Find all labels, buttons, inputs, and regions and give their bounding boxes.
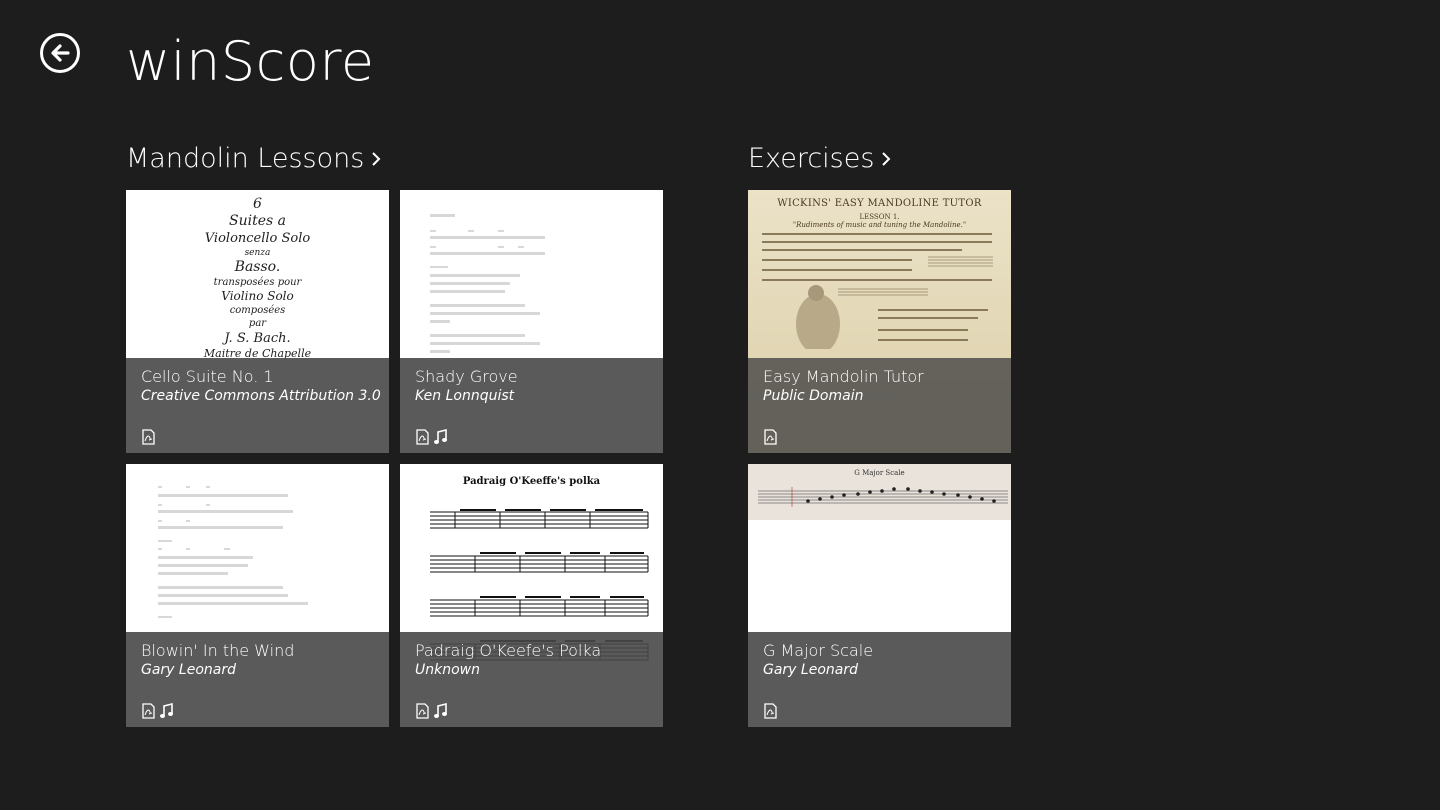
thumb-text: Suites a	[229, 213, 286, 229]
tile-subtitle: Unknown	[415, 662, 480, 678]
thumb-text: G Major Scale	[854, 469, 905, 477]
pdf-icon	[764, 429, 777, 445]
tile-subtitle: Creative Commons Attribution 3.0	[141, 388, 381, 404]
tile-easy-mandolin-tutor[interactable]: WICKINS' EASY MANDOLINE TUTOR LESSON 1. …	[748, 190, 1011, 453]
pdf-icon	[142, 703, 155, 719]
tile-subtitle: Gary Leonard	[141, 662, 236, 678]
tile-title: Easy Mandolin Tutor	[763, 367, 924, 386]
thumb-text: Violino Solo	[221, 289, 294, 303]
pdf-icon	[142, 429, 155, 445]
tile-subtitle: Gary Leonard	[763, 662, 858, 678]
tile-title: Cello Suite No. 1	[141, 367, 274, 386]
back-button[interactable]	[40, 33, 80, 73]
tile-padraig-okeefes-polka[interactable]: Padraig O'Keeffe's polka Padraig O'Keefe…	[400, 464, 663, 727]
tile-title: Shady Grove	[415, 367, 518, 386]
chevron-right-icon	[882, 152, 891, 166]
thumb-text: 6	[253, 196, 262, 212]
thumb-text: WICKINS' EASY MANDOLINE TUTOR	[777, 198, 982, 209]
tile-shady-grove[interactable]: Shady Grove Ken Lonnquist	[400, 190, 663, 453]
group-header-label: Exercises	[748, 143, 875, 174]
tile-overlay: Easy Mandolin Tutor Public Domain	[748, 358, 1011, 453]
thumb-text: J. S. Bach.	[224, 331, 291, 346]
sheet-thumbnail: G Major Scale	[748, 464, 1011, 520]
tile-title: Padraig O'Keefe's Polka	[415, 641, 602, 660]
tile-overlay: Shady Grove Ken Lonnquist	[400, 358, 663, 453]
music-note-icon	[434, 703, 447, 718]
thumb-text: composées	[229, 305, 286, 316]
sheet-title: Padraig O'Keeffe's polka	[462, 476, 601, 487]
pdf-icon	[416, 429, 429, 445]
tile-blowin-in-the-wind[interactable]: Blowin' In the Wind Gary Leonard	[126, 464, 389, 727]
tile-overlay: G Major Scale Gary Leonard	[748, 632, 1011, 727]
music-note-icon	[160, 703, 173, 718]
tile-title: G Major Scale	[763, 641, 874, 660]
chevron-right-icon	[372, 152, 381, 166]
thumb-text: senza	[244, 248, 271, 258]
pdf-icon	[764, 703, 777, 719]
tile-overlay: Blowin' In the Wind Gary Leonard	[126, 632, 389, 727]
back-arrow-icon	[51, 44, 70, 62]
tile-subtitle: Ken Lonnquist	[415, 388, 515, 404]
thumb-text: "Rudiments of music and tuning the Mando…	[792, 221, 967, 229]
group-header-exercises[interactable]: Exercises	[748, 143, 892, 175]
music-note-icon	[434, 429, 447, 444]
tile-subtitle: Public Domain	[763, 388, 864, 404]
page-title: winScore	[126, 30, 375, 93]
tile-g-major-scale[interactable]: G Major Scale G Major Scale Gary Leonard	[748, 464, 1011, 727]
thumb-text: Violoncello Solo	[204, 231, 311, 246]
tile-overlay: Cello Suite No. 1 Creative Commons Attri…	[126, 358, 389, 453]
tile-title: Blowin' In the Wind	[141, 641, 295, 660]
tile-overlay: Padraig O'Keefe's Polka Unknown	[400, 632, 663, 727]
thumb-text: par	[248, 318, 267, 329]
group-header-label: Mandolin Lessons	[126, 143, 365, 174]
group-header-mandolin-lessons[interactable]: Mandolin Lessons	[126, 143, 382, 175]
thumb-text: Basso.	[234, 259, 281, 275]
thumb-text: transposées pour	[213, 277, 302, 288]
thumb-text: LESSON 1.	[859, 213, 900, 221]
tile-cello-suite[interactable]: 6 Suites a Violoncello Solo senza Basso.…	[126, 190, 389, 453]
pdf-icon	[416, 703, 429, 719]
